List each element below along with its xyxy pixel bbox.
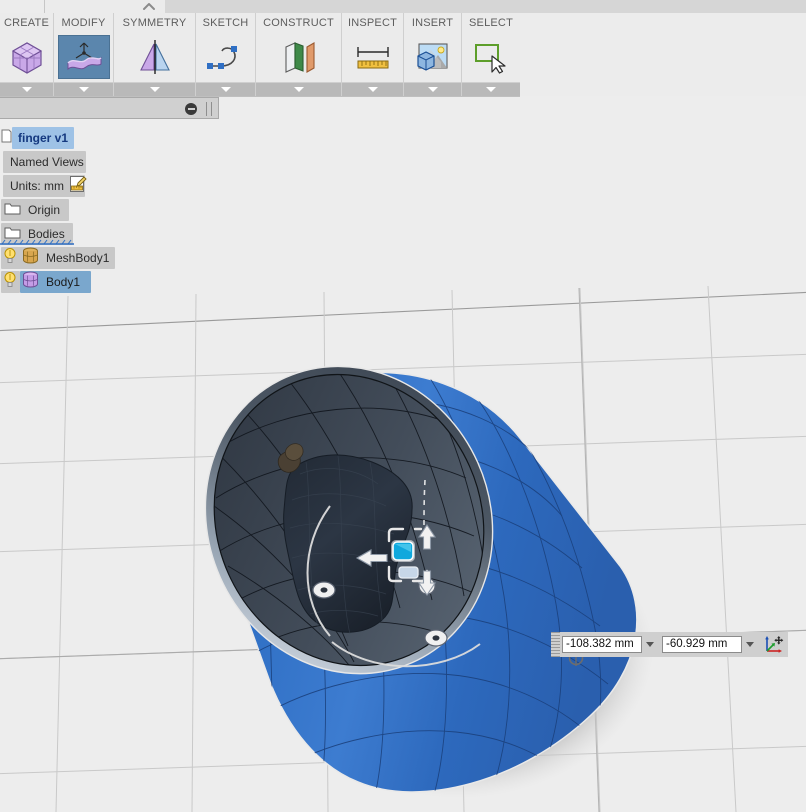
drag-grip-icon[interactable] (206, 102, 212, 116)
plane-drag-handle (391, 540, 415, 562)
meshbody1-label: MeshBody1 (46, 251, 110, 265)
origin-label: Origin (28, 203, 61, 217)
mesh-body-icon (21, 247, 41, 269)
tab-strip (0, 0, 806, 13)
ribbon-panel-bar: CREATE MODIFY SYMMETRY SKETCH CONSTRUCT … (0, 13, 520, 97)
panel-label-select: SELECT (469, 17, 513, 29)
y-distance-field[interactable] (660, 632, 760, 657)
y-distance-input[interactable] (662, 636, 742, 653)
ribbon-panel-modify[interactable]: MODIFY (54, 13, 114, 96)
panel-label-sketch: SKETCH (202, 17, 249, 29)
drag-grip-icon[interactable] (551, 632, 560, 657)
browser-item-body1[interactable]: Body1 (0, 270, 220, 294)
move-axis-icon[interactable] (760, 632, 788, 657)
construct-plane-icon[interactable] (273, 35, 325, 79)
arrow-down-icon (417, 570, 437, 596)
panel-label-insert: INSERT (411, 17, 454, 29)
fusion360-window: CREATE MODIFY (0, 0, 806, 812)
chevron-up-icon[interactable] (141, 1, 157, 12)
browser-item-document[interactable]: finger v1 (0, 126, 220, 150)
panel-dropdown-symmetry[interactable] (114, 82, 195, 96)
panel-dropdown-modify[interactable] (54, 82, 113, 96)
browser-item-origin[interactable]: Origin (0, 198, 220, 222)
panel-label-construct: CONSTRUCT (263, 17, 334, 29)
rotate-handle-left (312, 581, 336, 599)
ribbon-panel-symmetry[interactable]: SYMMETRY (114, 13, 196, 96)
panel-dropdown-create[interactable] (0, 82, 53, 96)
ribbon-panel-inspect[interactable]: INSPECT (342, 13, 404, 96)
panel-label-symmetry: SYMMETRY (122, 17, 187, 29)
move-manipulator[interactable] (355, 521, 450, 621)
body-icon (21, 271, 41, 293)
x-distance-field[interactable] (560, 632, 660, 657)
body1-label: Body1 (46, 275, 81, 289)
sketch-spline-icon[interactable] (200, 35, 252, 79)
rotate-handle-bottom (424, 629, 448, 647)
light-bulb-icon[interactable] (3, 247, 19, 269)
symmetry-mirror-icon[interactable] (129, 35, 181, 79)
panel-dropdown-inspect[interactable] (342, 82, 403, 96)
plane-handle-secondary (398, 566, 419, 579)
document-icon (1, 129, 13, 148)
units-edit-icon[interactable] (69, 175, 87, 198)
browser-item-named-views[interactable]: Named Views (0, 150, 220, 174)
insert-mesh-icon[interactable] (407, 35, 459, 79)
panel-dropdown-select[interactable] (462, 82, 520, 96)
y-distance-dropdown[interactable] (742, 636, 758, 653)
ribbon-panel-insert[interactable]: INSERT (404, 13, 462, 96)
browser-item-units[interactable]: Units: mm (0, 174, 220, 198)
panel-label-modify: MODIFY (61, 17, 106, 29)
panel-label-inspect: INSPECT (347, 17, 398, 29)
ribbon: CREATE MODIFY SYMMETRY SKETCH CONSTRUCT … (0, 0, 806, 97)
ribbon-panel-select[interactable]: SELECT (462, 13, 520, 96)
minus-circle-icon[interactable] (185, 103, 197, 115)
create-box-icon[interactable] (1, 35, 53, 79)
ribbon-panel-create[interactable]: CREATE (0, 13, 54, 96)
browser-tree[interactable]: finger v1 Named Views Units: mm Origin B… (0, 126, 220, 294)
light-bulb-icon[interactable] (3, 271, 19, 293)
document-name: finger v1 (18, 131, 69, 145)
modify-press-pull-icon[interactable] (57, 35, 110, 79)
panel-dropdown-construct[interactable] (256, 82, 341, 96)
units-label: Units: mm (10, 179, 64, 193)
ribbon-filler (520, 13, 806, 96)
ribbon-panel-construct[interactable]: CONSTRUCT (256, 13, 342, 96)
x-distance-dropdown[interactable] (642, 636, 658, 653)
x-distance-input[interactable] (562, 636, 642, 653)
active-tab[interactable] (44, 0, 166, 13)
tab-strip-filler (165, 0, 806, 13)
named-views-label: Named Views (10, 155, 84, 169)
drop-indicator (0, 239, 74, 245)
panel-label-create: CREATE (3, 17, 49, 29)
distance-input-bar[interactable] (551, 632, 788, 657)
inspect-measure-icon[interactable] (347, 35, 399, 79)
browser-item-meshbody1[interactable]: MeshBody1 (0, 246, 220, 270)
panel-dropdown-insert[interactable] (404, 82, 461, 96)
browser-item-bodies[interactable]: Bodies (0, 222, 220, 246)
browser-toolstrip[interactable] (0, 97, 219, 119)
folder-icon (4, 201, 22, 220)
panel-dropdown-sketch[interactable] (196, 82, 255, 96)
select-window-icon[interactable] (465, 35, 517, 79)
arrow-left-icon (355, 549, 388, 567)
ribbon-panel-sketch[interactable]: SKETCH (196, 13, 256, 96)
